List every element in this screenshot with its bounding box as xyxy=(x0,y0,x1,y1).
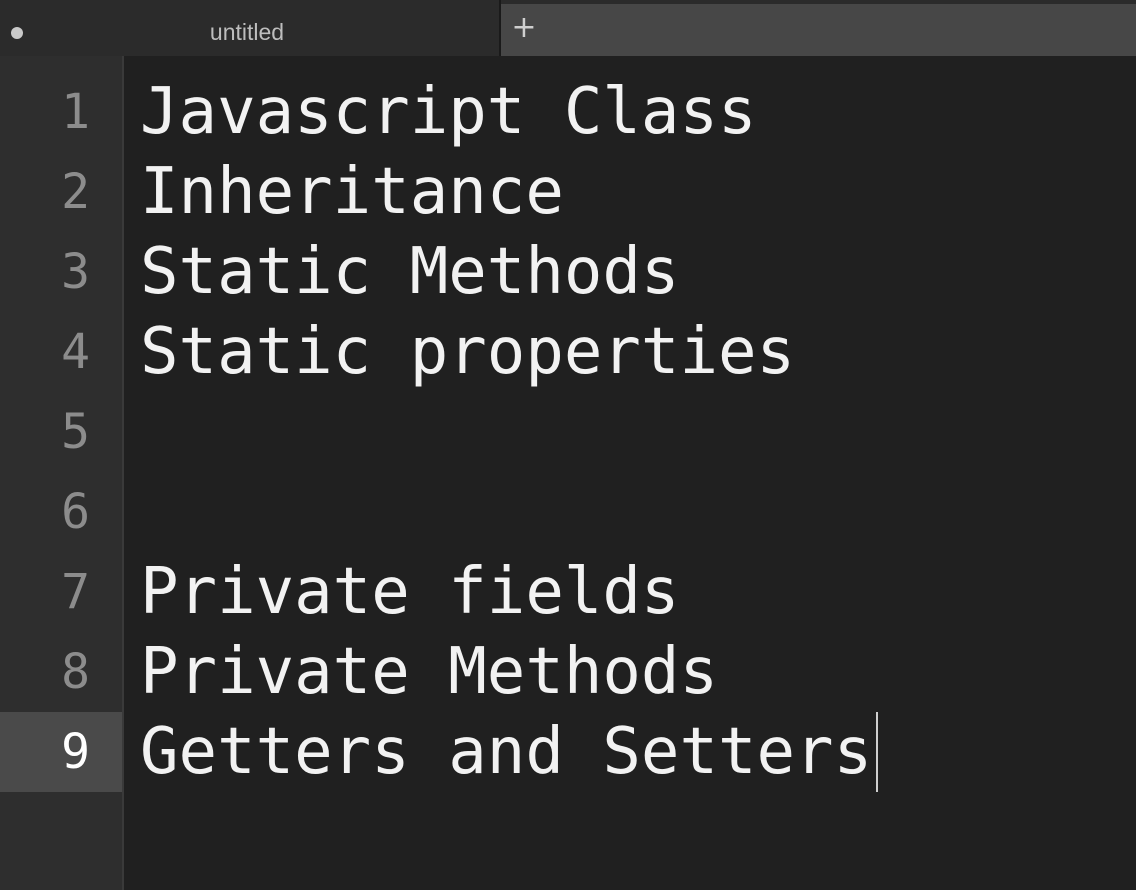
tab-bar: untitled + xyxy=(0,0,1136,56)
code-line[interactable]: Javascript Class xyxy=(140,72,757,152)
code-line-active[interactable]: Getters and Setters xyxy=(140,712,879,792)
tab-untitled[interactable]: untitled xyxy=(0,0,499,56)
code-line[interactable]: Static Methods xyxy=(140,232,679,312)
line-number-active: 9 xyxy=(61,724,90,780)
text-editor-window: untitled + 1 2 3 4 5 6 7 8 9 Javascript … xyxy=(0,0,1136,890)
code-line[interactable]: Private fields xyxy=(140,552,679,632)
line-number: 4 xyxy=(61,324,90,380)
editor-text-area[interactable]: Javascript Class Inheritance Static Meth… xyxy=(124,56,1136,890)
code-line[interactable]: Inheritance xyxy=(140,152,564,232)
tab-strip-empty-area[interactable] xyxy=(501,4,1136,56)
line-number: 8 xyxy=(61,644,90,700)
line-number: 3 xyxy=(61,244,90,300)
code-line-text: Getters and Setters xyxy=(140,715,873,789)
code-line[interactable]: Private Methods xyxy=(140,632,718,712)
line-number: 1 xyxy=(61,84,90,140)
code-line[interactable]: Static properties xyxy=(140,312,795,392)
line-number: 5 xyxy=(61,404,90,460)
text-caret xyxy=(876,712,879,792)
line-number: 7 xyxy=(61,564,90,620)
tab-title: untitled xyxy=(209,19,285,45)
new-tab-button[interactable]: + xyxy=(510,10,538,48)
line-number: 6 xyxy=(61,484,90,540)
line-number-gutter: 1 2 3 4 5 6 7 8 9 xyxy=(0,56,124,890)
line-number: 2 xyxy=(61,164,90,220)
